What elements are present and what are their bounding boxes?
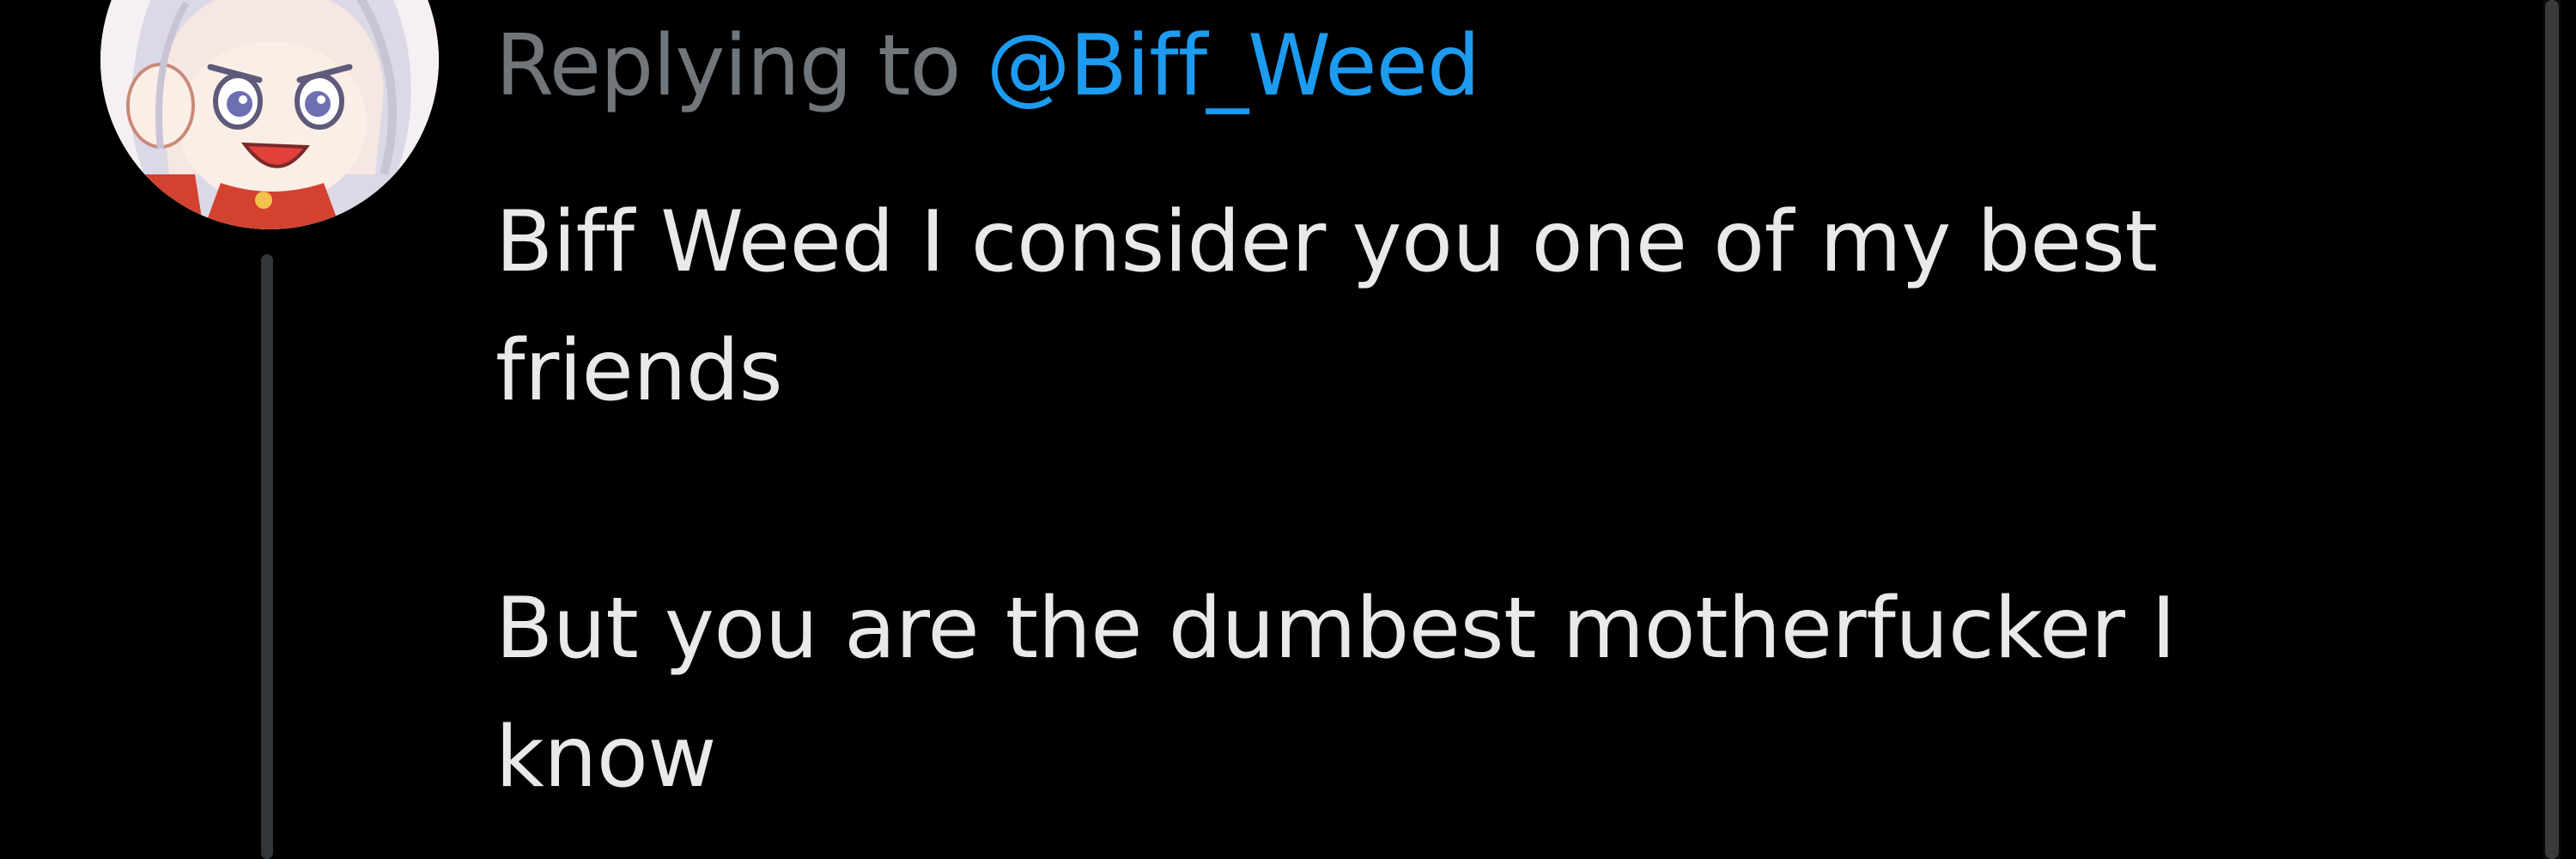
tweet-text-line: But you are the dumbest motherfucker I <box>495 580 2176 678</box>
thread-connector-line <box>261 254 273 859</box>
tweet-text-line: know <box>495 709 716 807</box>
user-avatar[interactable] <box>100 0 439 229</box>
reply-handle-link[interactable]: @Biff_Weed <box>987 17 1480 115</box>
scrollbar-thumb[interactable] <box>2545 0 2559 859</box>
replying-to-line: Replying to @Biff_Weed <box>495 12 1480 120</box>
tweet-text-line: friends <box>495 322 783 420</box>
replying-to-label: Replying to <box>495 17 987 115</box>
tweet-text-blank-line <box>495 436 2470 564</box>
tweet-reply-view: Replying to @Biff_Weed Biff Weed I consi… <box>0 0 2576 859</box>
tweet-body: Biff Weed I consider you one of my best … <box>495 178 2470 822</box>
tweet-text-line: Biff Weed I consider you one of my best <box>495 193 2158 291</box>
anime-avatar-icon <box>100 0 439 229</box>
